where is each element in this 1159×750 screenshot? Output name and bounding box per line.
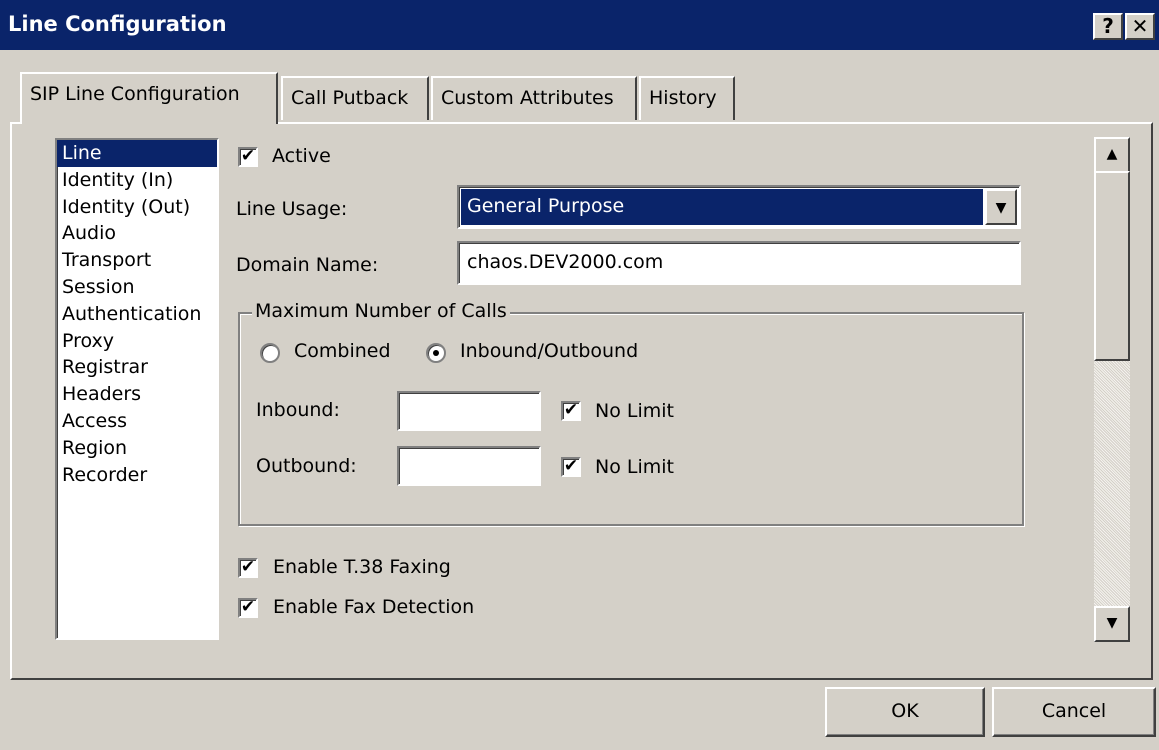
domain-name-input[interactable]: chaos.DEV2000.com (457, 241, 1021, 285)
scroll-thumb[interactable] (1094, 171, 1130, 361)
t38-faxing-checkbox[interactable]: ✔ (238, 558, 258, 578)
sidebar-item-registrar[interactable]: Registrar (57, 354, 217, 381)
inbound-outbound-label: Inbound/Outbound (460, 340, 639, 362)
tab-history[interactable]: History (639, 76, 735, 120)
scroll-down-button[interactable]: ▼ (1094, 606, 1130, 642)
sidebar-item-region[interactable]: Region (57, 435, 217, 462)
sidebar-item-access[interactable]: Access (57, 408, 217, 435)
line-usage-dropdown[interactable]: General Purpose ▼ (457, 185, 1021, 229)
category-list[interactable]: Line Identity (In) Identity (Out) Audio … (55, 138, 219, 640)
check-icon: ✔ (563, 456, 579, 476)
check-icon: ✔ (240, 597, 256, 617)
fax-detection-label: Enable Fax Detection (273, 596, 475, 618)
check-icon: ✔ (240, 557, 256, 577)
line-usage-value: General Purpose (461, 189, 983, 225)
line-usage-label: Line Usage: (236, 198, 348, 220)
arrow-down-icon: ▼ (1106, 615, 1118, 631)
outbound-nolimit-label: No Limit (595, 456, 674, 478)
sidebar-item-identity-out[interactable]: Identity (Out) (57, 194, 217, 221)
close-button[interactable]: ✕ (1125, 13, 1155, 40)
inbound-outbound-radio[interactable] (426, 343, 446, 363)
active-checkbox[interactable]: ✔ (238, 147, 258, 167)
close-icon: ✕ (1131, 14, 1149, 38)
sidebar-item-headers[interactable]: Headers (57, 381, 217, 408)
sidebar-item-recorder[interactable]: Recorder (57, 462, 217, 489)
active-label: Active (272, 145, 331, 167)
dropdown-arrow-button[interactable]: ▼ (985, 189, 1017, 225)
inbound-label: Inbound: (256, 399, 340, 421)
cancel-button[interactable]: Cancel (992, 687, 1156, 737)
chevron-down-icon: ▼ (995, 200, 1007, 216)
tab-call-putback[interactable]: Call Putback (281, 76, 429, 120)
inbound-nolimit-checkbox[interactable]: ✔ (561, 401, 581, 421)
fax-detection-checkbox[interactable]: ✔ (238, 598, 258, 618)
help-button[interactable]: ? (1093, 13, 1123, 40)
sidebar-item-audio[interactable]: Audio (57, 220, 217, 247)
window-title: Line Configuration (8, 12, 227, 36)
combined-radio[interactable] (260, 343, 280, 363)
tab-sip-line-configuration[interactable]: SIP Line Configuration (20, 72, 278, 124)
sidebar-item-session[interactable]: Session (57, 274, 217, 301)
domain-name-label: Domain Name: (236, 254, 379, 276)
t38-faxing-label: Enable T.38 Faxing (273, 556, 451, 578)
max-calls-title: Maximum Number of Calls (252, 300, 510, 322)
arrow-up-icon: ▲ (1106, 146, 1118, 162)
sidebar-item-proxy[interactable]: Proxy (57, 328, 217, 355)
check-icon: ✔ (563, 400, 579, 420)
combined-label: Combined (294, 340, 391, 362)
sidebar-item-transport[interactable]: Transport (57, 247, 217, 274)
sidebar-item-line[interactable]: Line (57, 140, 217, 167)
outbound-nolimit-checkbox[interactable]: ✔ (561, 457, 581, 477)
sidebar-item-authentication[interactable]: Authentication (57, 301, 217, 328)
inbound-nolimit-label: No Limit (595, 400, 674, 422)
outbound-label: Outbound: (256, 455, 357, 477)
scroll-up-button[interactable]: ▲ (1094, 137, 1130, 173)
ok-button[interactable]: OK (825, 687, 985, 737)
check-icon: ✔ (240, 146, 256, 166)
sidebar-item-identity-in[interactable]: Identity (In) (57, 167, 217, 194)
inbound-input[interactable] (397, 391, 541, 431)
outbound-input[interactable] (397, 446, 541, 486)
tab-custom-attributes[interactable]: Custom Attributes (431, 76, 637, 120)
